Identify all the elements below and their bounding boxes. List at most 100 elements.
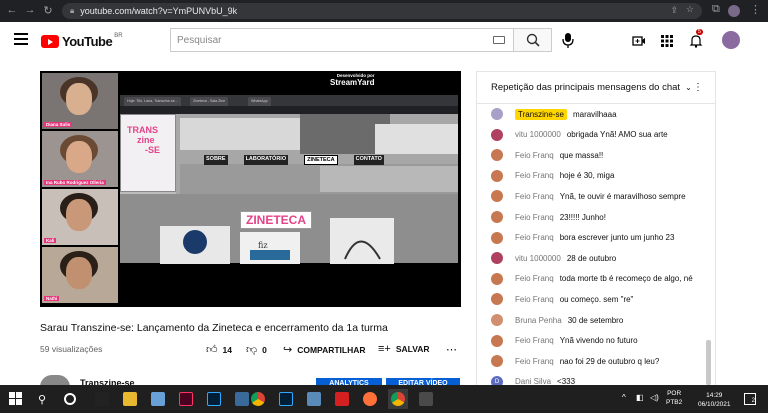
- message-text: 28 de outubro: [566, 253, 617, 263]
- task-view-icon[interactable]: [60, 389, 80, 409]
- photoshop-icon[interactable]: [204, 389, 224, 409]
- indesign-icon[interactable]: [176, 389, 196, 409]
- address-bar[interactable]: 🔒︎ youtube.com/watch?v=YmPUNVbU_9k ⇪ ☆: [62, 3, 702, 19]
- browser-menu-icon[interactable]: ⋮: [750, 3, 761, 16]
- message-text: <333: [557, 377, 576, 385]
- author-avatar[interactable]: [491, 128, 503, 141]
- firefox-icon[interactable]: [360, 389, 380, 409]
- chat-filter-dropdown[interactable]: Repetição das principais mensagens do ch…: [477, 72, 715, 104]
- chat-message: Feio Franq que massa!!: [491, 145, 603, 165]
- video-player[interactable]: Diana Sulis Ina Rubo Rodriguez Olleria K…: [40, 71, 461, 307]
- more-actions-icon[interactable]: ⋯: [446, 343, 462, 356]
- author-avatar[interactable]: [491, 211, 503, 223]
- author-avatar[interactable]: [491, 272, 503, 285]
- file-explorer-icon[interactable]: [120, 389, 140, 409]
- app-icon[interactable]: [92, 389, 112, 409]
- notes-icon[interactable]: [304, 389, 324, 409]
- create-video-icon[interactable]: [632, 34, 646, 48]
- view-count: 59 visualizações: [40, 344, 103, 354]
- forward-icon[interactable]: →: [22, 4, 38, 16]
- network-icon[interactable]: ◧: [636, 393, 644, 402]
- author-name[interactable]: Bruna Penha: [515, 316, 562, 325]
- site-logo-box: TRANS zine -SE: [120, 114, 176, 192]
- author-name[interactable]: vitu 1000000: [515, 130, 561, 139]
- bookmark-star-icon[interactable]: ☆: [686, 4, 694, 15]
- chrome-icon[interactable]: [248, 389, 268, 409]
- chrome-active-icon[interactable]: [388, 389, 408, 409]
- keyboard-icon[interactable]: [493, 36, 505, 44]
- streamyard-overlay: Desenvolvido por StreamYard: [330, 73, 375, 87]
- tray-chevron-icon[interactable]: ^: [622, 393, 626, 402]
- author-avatar[interactable]: [491, 149, 503, 162]
- message-text: que massa!!: [559, 150, 604, 160]
- extensions-icon[interactable]: ⧉: [712, 3, 720, 16]
- save-button[interactable]: ≡+ SALVAR: [378, 343, 430, 355]
- message-text: Ynã vivendo no futuro: [559, 336, 638, 346]
- chat-message: vitu 1000000 obrigada Ynã! AMO sua arte: [491, 125, 668, 145]
- message-text: Ynã, te ouvir é maravilhoso sempre: [559, 191, 686, 201]
- volume-icon[interactable]: ◁): [650, 393, 659, 402]
- profile-avatar-icon[interactable]: [728, 5, 740, 17]
- reload-icon[interactable]: ↻: [40, 4, 56, 17]
- menu-hamburger-icon[interactable]: [14, 33, 28, 45]
- author-avatar[interactable]: [491, 314, 503, 326]
- chat-message: Feio Franq Ynã, te ouvir é maravilhoso se…: [491, 186, 686, 206]
- author-avatar[interactable]: [491, 231, 503, 244]
- chat-message: Feio Franq nao foi 29 de outubro q leu?: [491, 351, 659, 371]
- search-icon: [526, 33, 540, 47]
- author-name[interactable]: Feio Franq: [515, 213, 554, 222]
- author-name[interactable]: Feio Franq: [515, 151, 554, 160]
- acrobat-icon[interactable]: [332, 389, 352, 409]
- author-name[interactable]: Feio Franq: [515, 336, 554, 345]
- author-avatar[interactable]: [491, 190, 503, 203]
- chat-scrollbar[interactable]: [706, 340, 711, 385]
- thumbs-up-icon: 👍︎: [206, 344, 218, 356]
- chat-message: Feio Franq Ynã vivendo no futuro: [491, 331, 638, 351]
- author-name[interactable]: Feio Franq: [515, 171, 554, 180]
- thumbs-down-icon: 👎︎: [246, 344, 258, 356]
- message-text: hoje é 30, miga: [559, 171, 615, 181]
- photoshop-icon[interactable]: [276, 389, 296, 409]
- author-name[interactable]: Feio Franq: [515, 233, 554, 242]
- notifications-bell-icon[interactable]: 5: [689, 29, 704, 48]
- search-icon[interactable]: ⚲: [32, 389, 52, 409]
- account-avatar[interactable]: [722, 31, 740, 49]
- windows-start-icon[interactable]: [6, 389, 26, 409]
- action-center-icon[interactable]: 2: [744, 393, 756, 405]
- author-name[interactable]: Feio Franq: [515, 274, 554, 283]
- streamyard-logo: StreamYard: [330, 78, 375, 87]
- dislike-button[interactable]: 👎︎ 0: [246, 343, 267, 356]
- share-page-icon[interactable]: ⇪: [670, 5, 678, 16]
- search-button[interactable]: [514, 28, 552, 52]
- author-avatar[interactable]: [491, 355, 503, 368]
- author-avatar[interactable]: D: [491, 375, 503, 385]
- author-name[interactable]: Feio Franq: [515, 192, 554, 201]
- youtube-logo[interactable]: YouTube BR: [41, 33, 123, 49]
- search-input[interactable]: Pesquisar: [170, 28, 514, 52]
- chat-menu-icon[interactable]: ⋮: [693, 82, 703, 93]
- author-name[interactable]: Dani Silva: [515, 377, 551, 385]
- author-name[interactable]: vitu 1000000: [515, 254, 561, 263]
- back-icon[interactable]: ←: [4, 4, 20, 16]
- author-avatar[interactable]: [491, 108, 503, 120]
- site-nav: SOBRE LABORATÓRIO ZINETECA CONTATO: [204, 155, 384, 165]
- like-button[interactable]: 👍︎ 14: [206, 343, 232, 356]
- apps-grid-icon[interactable]: [660, 34, 674, 48]
- photos-icon[interactable]: [148, 389, 168, 409]
- author-avatar[interactable]: [491, 169, 503, 182]
- app-icon[interactable]: [416, 389, 436, 409]
- author-name[interactable]: Transzine-se: [515, 108, 567, 120]
- author-avatar[interactable]: [491, 334, 503, 347]
- chat-message: Feio Franq ou começo. sem "re": [491, 289, 633, 309]
- author-name[interactable]: Feio Franq: [515, 295, 554, 304]
- system-clock[interactable]: 14:29 06/10/2021: [698, 391, 731, 409]
- share-button[interactable]: ↪ COMPARTILHAR: [283, 343, 366, 356]
- author-avatar[interactable]: [491, 293, 503, 306]
- chat-message: vitu 1000000 28 de outubro: [491, 248, 616, 268]
- input-language[interactable]: POR PTB2: [666, 389, 682, 407]
- author-name[interactable]: Feio Franq: [515, 357, 554, 366]
- video-title: Sarau Transzine-se: Lançamento da Zinete…: [40, 322, 388, 334]
- voice-search-icon[interactable]: [560, 31, 576, 49]
- message-text: bora escrever junto um junho 23: [559, 233, 675, 243]
- author-avatar[interactable]: [491, 252, 503, 265]
